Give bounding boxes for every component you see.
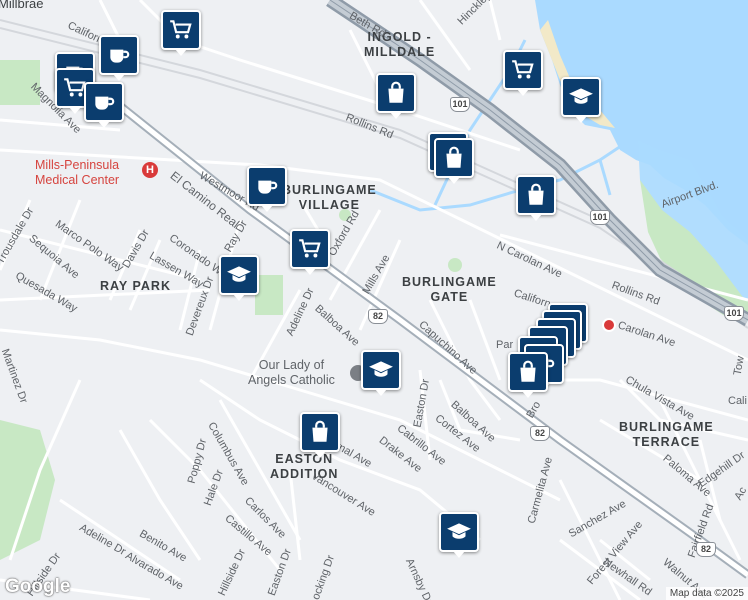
ca-82-shield: 82 [368, 309, 388, 324]
us-101-shield: 101 [724, 306, 744, 321]
us-101-shield: 101 [590, 210, 610, 225]
shopping-marker[interactable] [434, 138, 474, 184]
area-label-millbrae: Millbrae [0, 0, 44, 11]
google-logo: Google [5, 576, 71, 597]
shopping-bag-icon [446, 146, 462, 168]
school-marker[interactable] [219, 255, 259, 301]
area-label-burlingame-terrace: BURLINGAME TERRACE [619, 420, 714, 449]
church-label: Our Lady of Angels Catholic [248, 358, 335, 387]
graduation-cap-icon [569, 88, 593, 104]
hospital-icon[interactable]: H [142, 162, 158, 178]
shopping-cart-icon [299, 239, 321, 258]
street-label-cali: Cali [728, 395, 747, 407]
ca-82-shield: 82 [530, 426, 550, 441]
graduation-cap-icon [227, 266, 251, 282]
map-canvas[interactable]: Millbrae INGOLD - MILLDALE BURLINGAME VILL… [0, 0, 748, 600]
graduation-cap-icon [369, 361, 393, 377]
coffee-cup-icon [110, 49, 130, 63]
map-data-credit[interactable]: Map data ©2025 [665, 587, 748, 600]
school-marker[interactable] [361, 350, 401, 396]
grocery-marker[interactable] [503, 50, 543, 96]
cafe-marker[interactable] [84, 82, 124, 128]
shopping-marker[interactable] [508, 352, 548, 398]
shopping-marker[interactable] [376, 73, 416, 119]
us-101-shield: 101 [450, 97, 470, 112]
shopping-cart-icon [512, 60, 534, 79]
graduation-cap-icon [447, 523, 471, 539]
area-label-burlingame-village: BURLINGAME VILLAGE [282, 183, 377, 212]
shopping-cart-icon [170, 20, 192, 39]
ca-82-shield: 82 [696, 542, 716, 557]
hospital-label: Mills-Peninsula Medical Center [35, 158, 120, 187]
coffee-cup-icon [258, 180, 278, 194]
school-marker[interactable] [561, 77, 601, 123]
creek-3 [598, 159, 612, 196]
area-label-ray-park: RAY PARK [100, 279, 171, 293]
shopping-bag-icon [312, 420, 328, 442]
area-label-burlingame-gate: BURLINGAME GATE [402, 275, 497, 304]
coffee-cup-icon [95, 96, 115, 110]
grocery-marker[interactable] [290, 229, 330, 275]
park-4 [448, 258, 462, 272]
park-2 [255, 275, 283, 315]
shopping-marker[interactable] [300, 412, 340, 458]
shopping-bag-icon [520, 360, 536, 382]
cafe-marker[interactable] [247, 166, 287, 212]
grocery-marker[interactable] [161, 10, 201, 56]
train-station-icon[interactable] [602, 318, 616, 332]
school-marker[interactable] [439, 512, 479, 558]
street-label-par: Par [496, 339, 514, 351]
shopping-bag-icon [528, 183, 544, 205]
park-3 [0, 420, 55, 560]
cafe-marker[interactable] [99, 35, 139, 81]
shopping-bag-icon [388, 81, 404, 103]
shopping-marker[interactable] [516, 175, 556, 221]
